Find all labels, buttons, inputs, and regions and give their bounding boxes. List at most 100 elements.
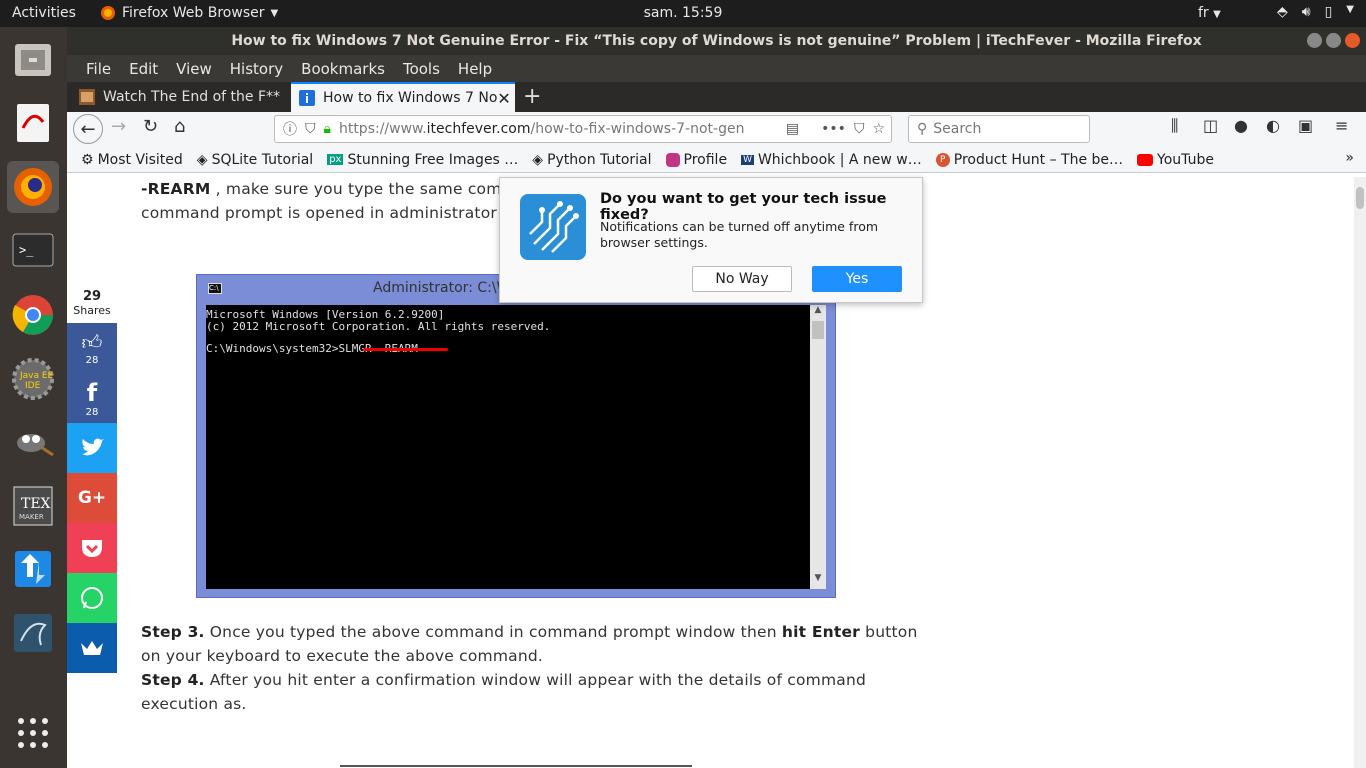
menu-history[interactable]: History — [221, 60, 292, 78]
url-path: /how-to-fix-windows-7-not-gen — [530, 121, 745, 137]
red-underline — [363, 348, 448, 351]
tab-video[interactable]: Watch The End of the F** — [71, 82, 291, 112]
keyboard-language[interactable]: fr ▼ — [1198, 5, 1221, 21]
twitter-share-button[interactable] — [67, 423, 117, 473]
bookmark-label: Most Visited — [97, 151, 183, 168]
firefox-window: How to fix Windows 7 Not Genuine Error -… — [67, 27, 1366, 768]
chevron-right-icon[interactable]: » — [1345, 150, 1354, 166]
gplus-share-button[interactable]: G+ — [67, 473, 117, 523]
java-ee-ide-icon[interactable]: Java EE IDE — [7, 353, 59, 405]
no-way-button[interactable]: No Way — [692, 266, 792, 292]
cmd-prompt-line: C:\Windows\system32>SLMGR -REARM — [206, 343, 816, 355]
pexels-icon: px — [327, 154, 344, 165]
files-icon[interactable] — [7, 34, 59, 86]
menu-edit[interactable]: Edit — [120, 60, 167, 78]
thumbs-up-icon: 👍︎ — [81, 330, 103, 354]
search-icon: ⚲ — [917, 121, 928, 137]
clock[interactable]: sam. 15:59 — [644, 5, 723, 21]
gimp-icon[interactable] — [7, 417, 59, 469]
bookmark-label: Python Tutorial — [547, 151, 652, 168]
share-count: 29 — [82, 289, 102, 304]
hamburger-menu-icon[interactable]: ≡ — [1335, 116, 1348, 135]
system-tray[interactable]: ⬘ 🔊︎ ▯ ▼ — [1277, 4, 1354, 20]
search-bar[interactable]: ⚲ Search — [908, 115, 1090, 143]
extension-icon[interactable]: ● — [1234, 116, 1248, 135]
text-fragment: Once you typed the above command in comm… — [204, 623, 782, 641]
search-placeholder: Search — [933, 121, 982, 137]
whichbook-icon: W — [741, 154, 754, 165]
pocket-share-button[interactable] — [67, 523, 117, 573]
sumo-share-button[interactable] — [67, 623, 117, 673]
reader-view-icon[interactable]: ▤ — [786, 121, 799, 137]
mysql-workbench-icon[interactable] — [7, 607, 59, 659]
pocket-icon[interactable]: ⛉ — [854, 121, 865, 137]
menu-help[interactable]: Help — [449, 60, 501, 78]
svg-text:TEX: TEX — [21, 496, 51, 512]
instagram-icon — [665, 152, 680, 167]
cmd-line: (c) 2012 Microsoft Corporation. All righ… — [206, 320, 551, 333]
bookmark-most-visited[interactable]: ⚙ Most Visited — [81, 152, 183, 168]
url-bar[interactable]: ⓘ ⛉ 🔒︎ https://www.itechfever.com/how-to… — [274, 115, 892, 143]
bookmark-star-icon[interactable]: ☆ — [872, 121, 885, 137]
window-titlebar[interactable]: How to fix Windows 7 Not Genuine Error -… — [67, 27, 1366, 55]
bookmark-python[interactable]: ◈ Python Tutorial — [532, 152, 651, 168]
bookmark-whichbook[interactable]: W Whichbook | A new w… — [741, 152, 922, 168]
extension-image-icon[interactable]: ▣ — [1298, 116, 1313, 135]
activities-button[interactable]: Activities — [12, 5, 76, 21]
texmaker-icon[interactable]: TEX MAKER — [7, 480, 59, 532]
bookmark-pexels[interactable]: px Stunning Free Images … — [327, 152, 518, 168]
minimize-button[interactable] — [1307, 33, 1322, 48]
menu-file[interactable]: File — [77, 60, 120, 78]
chevron-down-icon: ▼ — [1346, 4, 1354, 15]
firefox-icon[interactable] — [7, 161, 59, 213]
page-actions-icon[interactable]: ••• — [821, 121, 846, 137]
tracking-shield-icon[interactable]: ⛉ — [305, 121, 316, 137]
info-icon[interactable]: ⓘ — [283, 119, 297, 139]
share-label: Shares — [73, 304, 111, 317]
chrome-icon[interactable] — [7, 289, 59, 341]
menu-view[interactable]: View — [167, 60, 221, 78]
back-button[interactable]: ← — [73, 114, 103, 144]
cmd-screen: Microsoft Windows [Version 6.2.9200] (c)… — [206, 305, 816, 589]
home-icon[interactable]: ⌂ — [174, 116, 185, 137]
tab-label: Watch The End of the F** — [103, 89, 281, 105]
pocket-icon — [82, 540, 102, 557]
close-tab-icon[interactable]: ✕ — [497, 89, 510, 108]
menu-tools[interactable]: Tools — [394, 60, 449, 78]
cmd-screenshot: C:\ Administrator: C:\Wi Microsoft Windo… — [196, 274, 836, 598]
whatsapp-share-button[interactable] — [67, 573, 117, 623]
cmd-icon: C:\ — [208, 283, 222, 294]
libreoffice-draw-icon[interactable] — [7, 96, 59, 148]
image-top-edge — [340, 765, 692, 767]
maximize-button[interactable] — [1326, 33, 1341, 48]
terminal-icon[interactable]: >_ — [7, 224, 59, 276]
close-button[interactable] — [1345, 33, 1360, 48]
like-button[interactable]: 👍︎ 28 — [67, 323, 117, 373]
paragraph-top-line1: -REARM , make sure you type the same com — [141, 177, 502, 201]
page-scrollbar[interactable] — [1354, 177, 1366, 768]
crown-icon — [81, 641, 103, 655]
menu-bookmarks[interactable]: Bookmarks — [292, 60, 394, 78]
library-icon[interactable]: ⫼ — [1171, 116, 1178, 136]
show-applications-icon[interactable] — [7, 707, 59, 759]
bookmark-youtube[interactable]: YouTube — [1137, 152, 1214, 168]
tab-itechfever[interactable]: How to fix Windows 7 No ✕ — [291, 82, 515, 112]
facebook-share-button[interactable]: f 28 — [67, 373, 117, 423]
extension-firefox-icon[interactable]: ◐ — [1266, 116, 1280, 135]
step4-line2: execution as. — [141, 695, 247, 713]
network-icon: ⬘ — [1276, 4, 1288, 20]
reload-button[interactable]: ↻ — [143, 116, 158, 137]
bookmark-producthunt[interactable]: P Product Hunt – The be… — [935, 152, 1123, 168]
step4-line1: Step 4. After you hit enter a confirmati… — [141, 668, 866, 692]
updates-icon[interactable] — [7, 543, 59, 595]
menu-bar: File Edit View History Bookmarks Tools H… — [67, 55, 1366, 82]
app-menu[interactable]: Firefox Web Browser ▼ — [100, 5, 278, 21]
bookmark-sqlite[interactable]: ◈ SQLite Tutorial — [197, 152, 313, 168]
forward-button[interactable]: → — [111, 116, 126, 137]
step3-line2: on your keyboard to execute the above co… — [141, 647, 544, 665]
info-favicon-icon — [299, 90, 315, 106]
sidebar-icon[interactable]: ◫ — [1203, 116, 1218, 135]
bookmark-profile[interactable]: Profile — [665, 152, 727, 168]
new-tab-icon[interactable]: + — [523, 84, 541, 109]
yes-button[interactable]: Yes — [812, 266, 902, 292]
